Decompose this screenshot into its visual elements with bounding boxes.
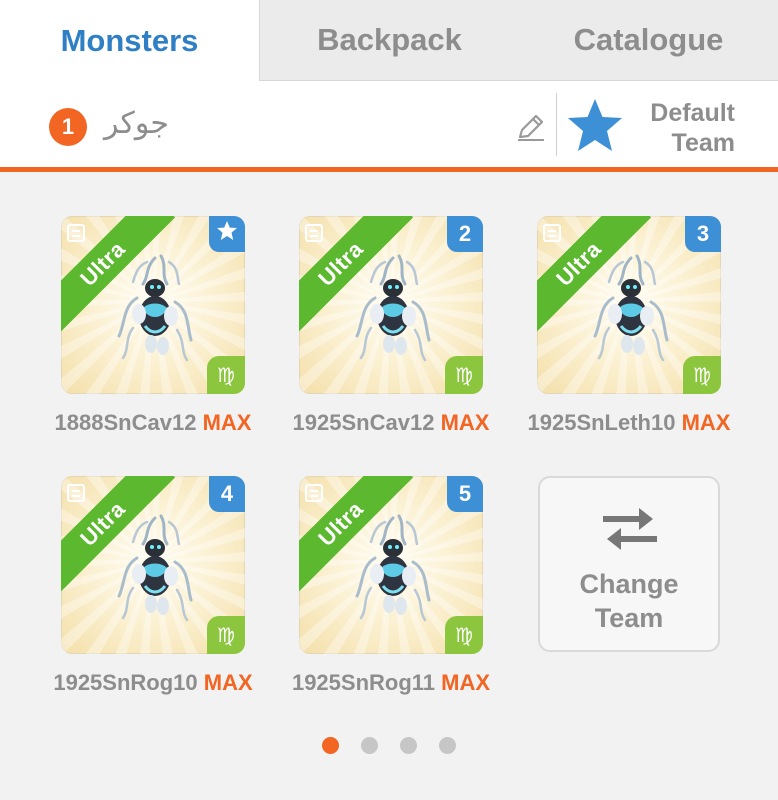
tab-backpack[interactable]: Backpack <box>260 0 519 81</box>
team-number-badge: 1 <box>49 108 87 146</box>
svg-text:♍: ♍ <box>455 363 473 387</box>
monster-name-label: 1925SnRog11 MAX <box>266 670 516 696</box>
note-icon <box>543 224 561 242</box>
change-team-button[interactable]: Change Team <box>538 476 720 652</box>
slot-badge: 2 <box>447 216 483 252</box>
monster-card[interactable]: Ultra 5 ♍ <box>299 476 483 654</box>
monster-image <box>115 514 195 626</box>
team-bar-accent-line <box>0 167 778 172</box>
monster-name: 1925SnRog11 <box>291 670 436 695</box>
monster-name-label: 1888SnCav12 MAX <box>28 410 278 436</box>
monster-name-label: 1925SnLeth10 MAX <box>504 410 754 436</box>
virgo-icon: ♍ <box>683 356 721 394</box>
note-icon <box>67 484 85 502</box>
page-dot-4[interactable] <box>439 737 456 754</box>
team-name: جوكر <box>104 106 169 141</box>
monster-image <box>353 254 433 366</box>
monster-name: 1925SnRog10 <box>53 670 198 695</box>
edit-pencil-icon[interactable] <box>514 110 548 144</box>
monster-level: MAX <box>203 670 253 695</box>
monster-card[interactable]: Ultra ♍ <box>61 216 245 394</box>
monster-image <box>353 514 433 626</box>
tab-bar: Monsters Backpack Catalogue <box>0 0 778 81</box>
monster-image <box>591 254 671 366</box>
svg-text:♍: ♍ <box>217 363 235 387</box>
page-dot-2[interactable] <box>361 737 378 754</box>
star-icon <box>568 99 622 151</box>
star-icon <box>216 220 238 248</box>
monster-name-label: 1925SnRog10 MAX <box>28 670 278 696</box>
default-team-label: Default Team <box>650 99 735 157</box>
slot-badge: 4 <box>209 476 245 512</box>
monster-image <box>115 254 195 366</box>
monster-name: 1925SnCav12 <box>292 410 435 435</box>
note-icon <box>67 224 85 242</box>
virgo-icon: ♍ <box>445 616 483 654</box>
monster-card[interactable]: Ultra 4 ♍ <box>61 476 245 654</box>
slot-badge: 5 <box>447 476 483 512</box>
note-icon <box>305 224 323 242</box>
monster-name-label: 1925SnCav12 MAX <box>266 410 516 436</box>
change-team-label: Change Team <box>579 569 679 633</box>
tab-catalogue[interactable]: Catalogue <box>519 0 778 81</box>
swap-arrows-icon <box>603 508 657 550</box>
default-team-button[interactable]: Default Team <box>560 93 778 159</box>
page-dot-3[interactable] <box>400 737 417 754</box>
team-bar-divider <box>556 93 557 156</box>
monster-team-screen: Monsters Backpack Catalogue 1 جوكر Defau… <box>0 0 778 800</box>
note-icon <box>305 484 323 502</box>
slot-badge: 3 <box>685 216 721 252</box>
monster-card[interactable]: Ultra 3 ♍ <box>537 216 721 394</box>
svg-text:♍: ♍ <box>217 623 235 647</box>
monster-name: 1888SnCav12 <box>54 410 197 435</box>
virgo-icon: ♍ <box>207 356 245 394</box>
monster-card[interactable]: Ultra 2 ♍ <box>299 216 483 394</box>
svg-text:♍: ♍ <box>693 363 711 387</box>
monster-level: MAX <box>440 410 490 435</box>
monster-level: MAX <box>441 670 491 695</box>
slot-badge <box>209 216 245 252</box>
monster-level: MAX <box>681 410 731 435</box>
svg-text:♍: ♍ <box>455 623 473 647</box>
virgo-icon: ♍ <box>207 616 245 654</box>
monster-name: 1925SnLeth10 <box>527 410 676 435</box>
page-dot-1[interactable] <box>322 737 339 754</box>
monster-level: MAX <box>202 410 252 435</box>
tab-monsters[interactable]: Monsters <box>0 0 260 81</box>
virgo-icon: ♍ <box>445 356 483 394</box>
